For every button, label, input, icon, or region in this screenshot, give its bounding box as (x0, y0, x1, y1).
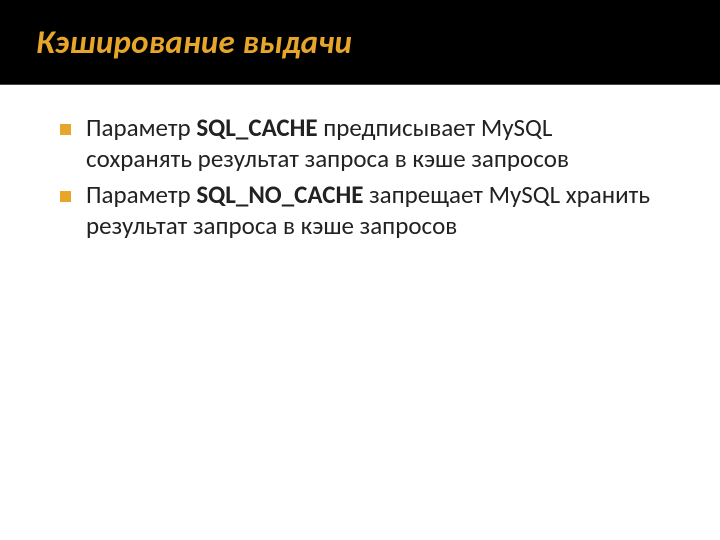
bullet-prefix: Параметр (86, 112, 196, 143)
bullet-list: Параметр SQL_CACHE предписывает MySQL со… (60, 113, 660, 241)
list-item: Параметр SQL_NO_CACHE запрещает MySQL хр… (60, 180, 660, 241)
title-bar: Кэширование выдачи (0, 0, 720, 84)
bullet-prefix: Параметр (86, 179, 196, 210)
slide-title: Кэширование выдачи (36, 22, 352, 62)
content-area: Параметр SQL_CACHE предписывает MySQL со… (0, 85, 720, 241)
bullet-keyword: SQL_NO_CACHE (196, 179, 363, 210)
list-item: Параметр SQL_CACHE предписывает MySQL со… (60, 113, 660, 174)
bullet-keyword: SQL_CACHE (196, 112, 317, 143)
slide: Кэширование выдачи Параметр SQL_CACHE пр… (0, 0, 720, 540)
